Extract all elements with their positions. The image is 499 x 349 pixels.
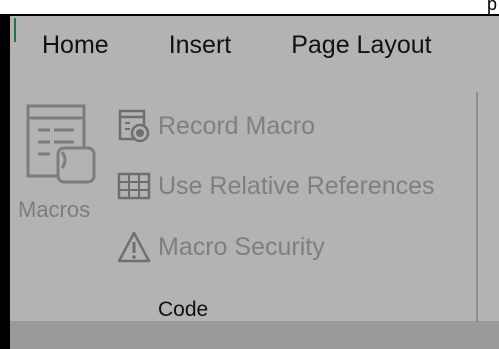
group-separator	[476, 92, 478, 322]
tab-insert[interactable]: Insert	[169, 28, 232, 62]
record-macro-icon	[114, 109, 154, 143]
tab-home[interactable]: Home	[42, 28, 109, 62]
macros-button[interactable]: Macros	[18, 96, 108, 226]
ribbon-bottom-strip	[10, 321, 499, 349]
cursor-mark	[14, 18, 16, 42]
group-label-code: Code	[158, 298, 209, 321]
tab-page-layout[interactable]: Page Layout	[291, 28, 431, 62]
macros-icon	[26, 104, 96, 184]
use-relative-references-label: Use Relative References	[158, 171, 435, 200]
record-macro-label: Record Macro	[158, 111, 315, 140]
record-macro-button[interactable]: Record Macro	[114, 108, 315, 144]
macro-security-button[interactable]: Macro Security	[114, 229, 325, 265]
relative-references-grid-icon	[114, 169, 154, 203]
corner-text: p	[486, 0, 497, 14]
warning-triangle-icon	[114, 230, 154, 264]
ribbon-tabs: Home Insert Page Layout	[42, 28, 432, 62]
use-relative-references-button[interactable]: Use Relative References	[114, 168, 435, 204]
macro-security-label: Macro Security	[158, 232, 325, 261]
macros-label: Macros	[18, 197, 91, 222]
